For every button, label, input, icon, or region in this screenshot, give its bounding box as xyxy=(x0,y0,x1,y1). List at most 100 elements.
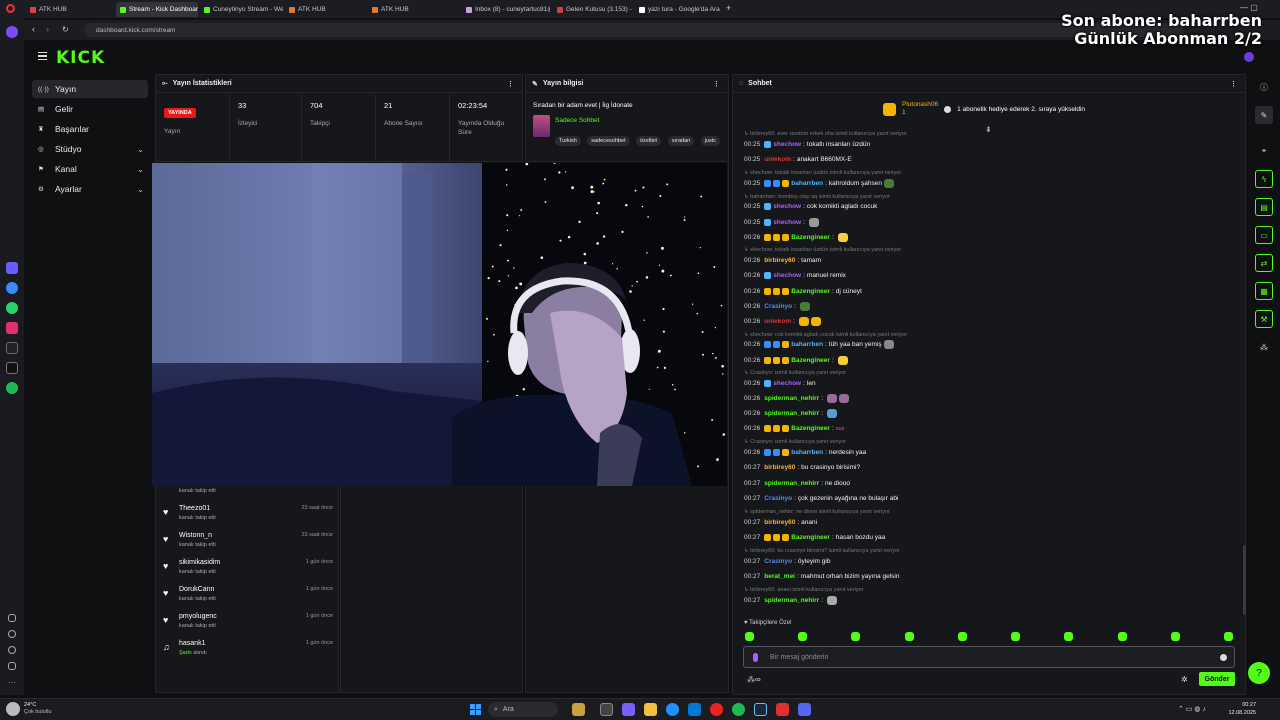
opera-icon[interactable] xyxy=(710,703,723,716)
tag-chip[interactable]: sıradan xyxy=(667,136,695,146)
message-username[interactable]: Bazengineer xyxy=(791,534,830,541)
message-username[interactable]: shechow xyxy=(773,272,801,279)
store-icon[interactable] xyxy=(688,703,701,716)
spotify-icon[interactable] xyxy=(6,382,18,394)
message-username[interactable]: berat_mei xyxy=(764,573,795,580)
menu-icon[interactable] xyxy=(38,52,47,60)
tag-chip[interactable]: sadecesohbet xyxy=(587,136,630,146)
opera-logo-icon[interactable] xyxy=(6,4,15,13)
clock[interactable]: 00:27 12.08.2025 xyxy=(1222,701,1256,717)
help-chat-icon[interactable]: ? xyxy=(1248,662,1270,684)
message-username[interactable]: shechow xyxy=(773,219,801,226)
more-icon[interactable]: ··· xyxy=(8,678,16,687)
avatar[interactable] xyxy=(1244,52,1254,62)
browser-tab[interactable]: ATK HUB xyxy=(368,2,458,17)
edge-icon[interactable] xyxy=(666,703,679,716)
message-icon[interactable]: ▭ xyxy=(1255,226,1273,244)
message-username[interactable]: shechow xyxy=(773,141,801,148)
mic-icon[interactable] xyxy=(753,653,758,662)
chat-scrollbar[interactable] xyxy=(1243,545,1246,615)
message-username[interactable]: Bazengineer xyxy=(791,425,830,432)
tag-chip[interactable]: özelbiri xyxy=(635,136,662,146)
nav-item-3[interactable]: ♜ Başarılar xyxy=(32,120,148,138)
tiktok-icon[interactable] xyxy=(6,342,18,354)
message-username[interactable]: shechow xyxy=(773,380,801,387)
chat-input[interactable]: Bir mesaj gönderin xyxy=(743,646,1235,668)
emote-quickbar[interactable] xyxy=(745,632,1233,641)
moderation-icon[interactable]: ▦ xyxy=(1255,282,1273,300)
cube-icon[interactable] xyxy=(8,662,16,670)
app-icon[interactable] xyxy=(776,703,789,716)
info-circle-icon[interactable]: ⓘ xyxy=(1255,78,1273,96)
wrench-icon[interactable]: ⚒ xyxy=(1255,310,1273,328)
whatsapp-icon[interactable] xyxy=(6,302,18,314)
message-username[interactable]: Crasinyo xyxy=(764,558,792,565)
reload-icon[interactable]: ↻ xyxy=(62,25,69,34)
tray-icons[interactable]: ⌃ ▭ ◍ ♪ xyxy=(1178,705,1206,713)
pencil-icon[interactable]: ✎ xyxy=(1255,106,1273,124)
extensions-icon[interactable] xyxy=(8,614,16,622)
stream-category[interactable]: Sadece Sohbet xyxy=(555,117,599,124)
message-username[interactable]: Crasinyo xyxy=(764,495,792,502)
nav-item-2[interactable]: ▤ Gelir xyxy=(32,100,148,118)
message-username[interactable]: shechow xyxy=(773,203,801,210)
nav-item-5[interactable]: ⚑ Kanal ⌄ xyxy=(32,160,148,178)
browser-tab[interactable]: Gelen Kutusu (3.153) - cu xyxy=(553,2,633,17)
message-username[interactable]: Crasinyo xyxy=(764,303,792,310)
focus-icon[interactable]: ⌖ xyxy=(1255,142,1273,160)
browser-tab[interactable]: Stream - Kick Dashboard xyxy=(116,2,198,17)
emoji-icon[interactable] xyxy=(1220,654,1227,661)
forward-icon[interactable]: › xyxy=(46,24,49,34)
nav-item-1[interactable]: ((·)) Yayın xyxy=(32,80,148,98)
message-username[interactable]: spiderman_nehirr xyxy=(764,480,819,487)
tag-chip[interactable]: Turkish xyxy=(555,136,581,146)
message-username[interactable]: spiderman_nehirr xyxy=(764,597,819,604)
aria-icon[interactable] xyxy=(6,262,18,274)
message-username[interactable]: birbirey60 xyxy=(764,519,795,526)
weather-widget[interactable]: 24°C Çok bulutlu xyxy=(24,702,52,716)
discord-icon[interactable] xyxy=(798,703,811,716)
url-field[interactable]: dashboard.kick.com/stream xyxy=(84,23,1184,37)
chat-tools-icon[interactable]: ⁂∞ xyxy=(747,675,761,684)
back-icon[interactable]: ‹ xyxy=(32,24,35,34)
message-username[interactable]: baharrben xyxy=(791,341,823,348)
heart-icon[interactable] xyxy=(8,630,16,638)
instagram-icon[interactable] xyxy=(6,322,18,334)
panel-menu-icon[interactable]: ⋮ xyxy=(713,80,720,88)
weather-icon[interactable] xyxy=(6,702,20,716)
start-icon[interactable] xyxy=(470,704,481,715)
nav-item-6[interactable]: ⚙ Ayarlar ⌄ xyxy=(32,180,148,198)
clipboard-icon[interactable]: ▤ xyxy=(1255,198,1273,216)
history-icon[interactable] xyxy=(8,646,16,654)
message-username[interactable]: spiderman_nehirr xyxy=(764,395,819,402)
stream-preview[interactable] xyxy=(152,163,727,486)
tag-chip[interactable]: justc xyxy=(700,136,720,146)
new-tab-icon[interactable]: + xyxy=(726,3,731,13)
message-username[interactable]: unlekom xyxy=(764,156,791,163)
message-username[interactable]: birbirey60 xyxy=(764,464,795,471)
steam-icon[interactable] xyxy=(754,703,767,716)
send-button[interactable]: Gönder xyxy=(1199,672,1235,686)
kick-logo[interactable]: KICK xyxy=(56,48,105,68)
browser-tab[interactable]: ATK HUB xyxy=(285,2,365,17)
opera-home-icon[interactable] xyxy=(6,26,18,38)
spotify-taskbar-icon[interactable] xyxy=(732,703,745,716)
message-username[interactable]: Bazengineer xyxy=(791,357,830,364)
message-username[interactable]: baharrben xyxy=(791,180,823,187)
message-username[interactable]: spiderman_nehirr xyxy=(764,410,819,417)
task-view-icon[interactable] xyxy=(600,703,613,716)
chat-settings-icon[interactable]: ✲ xyxy=(1181,675,1188,684)
widgets-icon[interactable] xyxy=(572,703,585,716)
lightning-icon[interactable]: ϟ xyxy=(1255,170,1273,188)
file-explorer-icon[interactable] xyxy=(644,703,657,716)
copilot-icon[interactable] xyxy=(622,703,635,716)
panel-menu-icon[interactable]: ⋮ xyxy=(507,80,514,88)
taskbar-search[interactable]: ⌕ Ara xyxy=(488,702,558,717)
messenger-icon[interactable] xyxy=(6,282,18,294)
message-username[interactable]: unlekom xyxy=(764,318,791,325)
message-username[interactable]: birbirey60 xyxy=(764,257,795,264)
x-twitter-icon[interactable] xyxy=(6,362,18,374)
browser-tab[interactable]: Cuneytinyo Stream - Web xyxy=(200,2,283,17)
share-icon[interactable]: ⁂ xyxy=(1255,338,1273,356)
message-username[interactable]: baharrben xyxy=(791,449,823,456)
